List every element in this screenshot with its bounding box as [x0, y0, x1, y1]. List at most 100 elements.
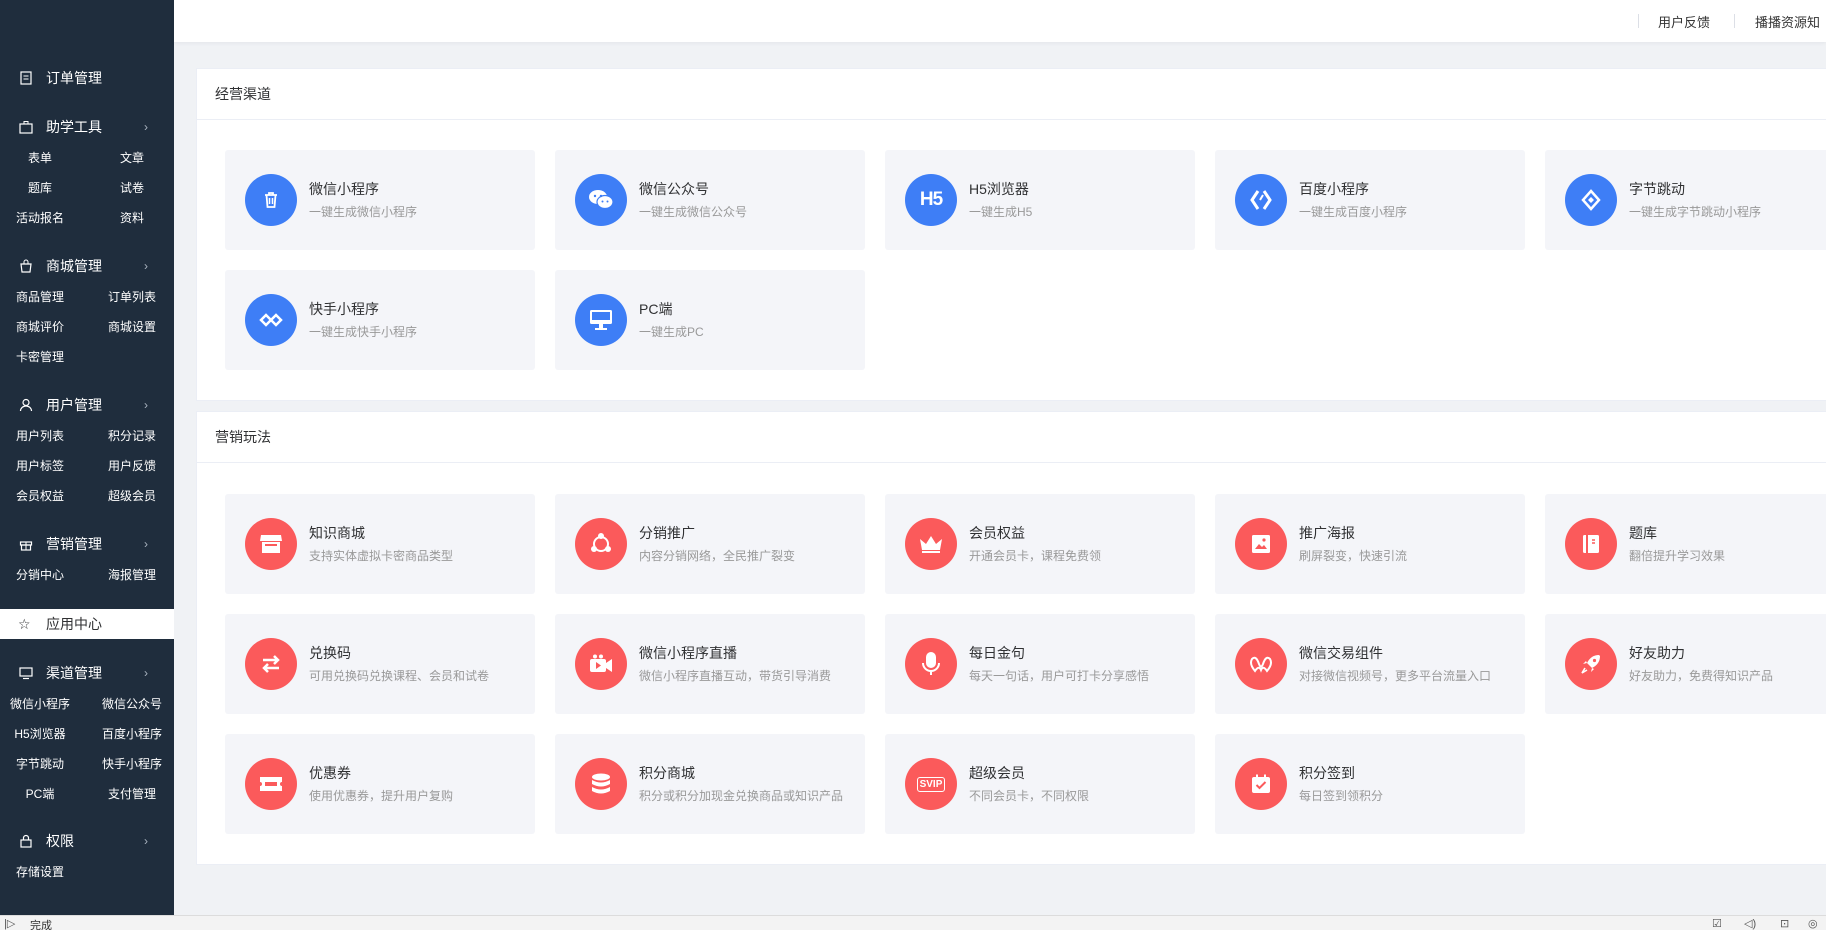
poster-icon — [1235, 518, 1287, 570]
card-desc: 好友助力，免费得知识产品 — [1629, 669, 1774, 683]
marketing-card-knowledge-store[interactable]: 知识商城 支持实体虚拟卡密商品类型 — [225, 494, 535, 594]
card-title: 微信小程序直播 — [639, 645, 737, 661]
sidebar-subitem-product[interactable]: 商品管理 — [0, 282, 90, 312]
sidebar-subitem-order-list[interactable]: 订单列表 — [90, 282, 174, 312]
marketing-card-coupon[interactable]: 优惠券 使用优惠券，提升用户复购 — [225, 734, 535, 834]
sidebar-subitem-member-rights[interactable]: 会员权益 — [0, 481, 90, 511]
sidebar-subitem-materials[interactable]: 资料 — [90, 203, 174, 233]
marketing-card-poster[interactable]: 推广海报 刷屏裂变，快速引流 — [1215, 494, 1525, 594]
play-icon[interactable]: |▷ — [4, 917, 15, 930]
lock-icon — [18, 833, 34, 849]
marketing-card-points-mall[interactable]: 积分商城 积分或积分加现金兑换商品或知识产品 — [555, 734, 865, 834]
card-desc: 内容分销网络，全民推广裂变 — [639, 549, 796, 563]
channel-card-kuaishou[interactable]: 快手小程序 一键生成快手小程序 — [225, 270, 535, 370]
sidebar-subitem-form[interactable]: 表单 — [0, 143, 90, 173]
chevron-right-icon: › — [144, 834, 148, 848]
sidebar-subitem-baidu[interactable]: 百度小程序 — [90, 719, 174, 749]
bytedance-icon — [1565, 174, 1617, 226]
sidebar-subitem-wechat-official[interactable]: 微信公众号 — [90, 689, 174, 719]
sidebar-subitem-poster[interactable]: 海报管理 — [90, 560, 174, 590]
points-coins-icon — [575, 758, 627, 810]
channel-card-bytedance[interactable]: 字节跳动 一键生成字节跳动小程序 — [1545, 150, 1826, 250]
sidebar-subitem-storage[interactable]: 存储设置 — [0, 857, 90, 887]
shield-check-icon[interactable]: ☑ — [1712, 917, 1722, 930]
channels-panel: 经营渠道 微信小程序 一键生成微信小程序 微信公众号 一键生成微信公众号 H5 … — [196, 68, 1826, 401]
sidebar-subitem-user-list[interactable]: 用户列表 — [0, 421, 90, 451]
marketing-panel: 营销玩法 知识商城 支持实体虚拟卡密商品类型 分销推广 内容分销网络，全民推广裂… — [196, 411, 1826, 865]
sidebar-subitem-kuaishou[interactable]: 快手小程序 — [90, 749, 174, 779]
sidebar-subitem-h5[interactable]: H5浏览器 — [0, 719, 90, 749]
sidebar-item-order[interactable]: 订单管理 — [0, 64, 174, 92]
sidebar-subitem-user-feedback[interactable]: 用户反馈 — [90, 451, 174, 481]
download-icon[interactable]: ⊡ — [1780, 917, 1789, 930]
sidebar-item-channel[interactable]: 渠道管理 › — [0, 659, 174, 687]
card-desc: 每日签到领积分 — [1299, 789, 1384, 803]
sidebar-group-marketing: 营销管理 › 分销中心 海报管理 — [0, 530, 174, 590]
card-title: 会员权益 — [969, 525, 1025, 541]
card-desc: 微信小程序直播互动，带货引导消费 — [639, 669, 832, 683]
marketing-card-question-bank[interactable]: 题库 翻倍提升学习效果 — [1545, 494, 1826, 594]
marketing-card-friend-help[interactable]: 好友助力 好友助力，免费得知识产品 — [1545, 614, 1826, 714]
card-desc: 一键生成H5 — [969, 205, 1033, 219]
top-link-feedback[interactable]: 用户反馈 — [1658, 12, 1710, 31]
sidebar-item-mall[interactable]: 商城管理 › — [0, 252, 174, 280]
sidebar-item-permission[interactable]: 权限 › — [0, 827, 174, 855]
card-desc: 一键生成百度小程序 — [1299, 205, 1408, 219]
card-title: 优惠券 — [309, 765, 351, 781]
card-title: 积分签到 — [1299, 765, 1355, 781]
user-icon — [18, 397, 34, 413]
sidebar-subitem-super-member[interactable]: 超级会员 — [90, 481, 174, 511]
sidebar-subitem-article[interactable]: 文章 — [90, 143, 174, 173]
sidebar-item-app-center[interactable]: ☆ 应用中心 — [0, 609, 174, 639]
sidebar-item-user[interactable]: 用户管理 › — [0, 391, 174, 419]
sidebar-item-marketing[interactable]: 营销管理 › — [0, 530, 174, 558]
channel-card-baidu[interactable]: 百度小程序 一键生成百度小程序 — [1215, 150, 1525, 250]
card-desc: 一键生成快手小程序 — [309, 325, 418, 339]
sidebar-subitem-event-signup[interactable]: 活动报名 — [0, 203, 90, 233]
sidebar-subitem-distribution[interactable]: 分销中心 — [0, 560, 90, 590]
calendar-check-icon — [1235, 758, 1287, 810]
card-title: 每日金句 — [969, 645, 1025, 661]
sidebar-subitem-question-bank[interactable]: 题库 — [0, 173, 90, 203]
card-desc: 开通会员卡，课程免费领 — [969, 549, 1102, 563]
sidebar-subitem-wechat-mini[interactable]: 微信小程序 — [0, 689, 90, 719]
sidebar-item-study[interactable]: 助学工具 › — [0, 113, 174, 141]
top-link-account[interactable]: 播播资源知 — [1755, 12, 1820, 31]
sidebar-subitem-bytedance[interactable]: 字节跳动 — [0, 749, 90, 779]
kuaishou-icon — [245, 294, 297, 346]
marketing-card-member-rights[interactable]: 会员权益 开通会员卡，课程免费领 — [885, 494, 1195, 594]
sidebar-subitem-points-log[interactable]: 积分记录 — [90, 421, 174, 451]
card-desc: 一键生成PC — [639, 325, 704, 339]
svip-icon: SVIP — [905, 758, 957, 810]
sidebar-subitem-mall-settings[interactable]: 商城设置 — [90, 312, 174, 342]
star-icon: ☆ — [18, 615, 31, 632]
card-title: 超级会员 — [969, 765, 1025, 781]
channel-card-h5[interactable]: H5 H5浏览器 一键生成H5 — [885, 150, 1195, 250]
channel-card-wechat-official[interactable]: 微信公众号 一键生成微信公众号 — [555, 150, 865, 250]
sidebar-subitem-mall-review[interactable]: 商城评价 — [0, 312, 90, 342]
zoom-icon[interactable]: ◎ — [1808, 917, 1818, 930]
card-title: H5浏览器 — [969, 181, 1029, 197]
sidebar-subitem-pc[interactable]: PC端 — [0, 779, 90, 809]
channel-card-pc[interactable]: PC端 一键生成PC — [555, 270, 865, 370]
live-camera-icon — [575, 638, 627, 690]
chevron-right-icon: › — [144, 120, 148, 134]
marketing-card-mini-live[interactable]: 微信小程序直播 微信小程序直播互动，带货引导消费 — [555, 614, 865, 714]
sidebar-subitem-exam[interactable]: 试卷 — [90, 173, 174, 203]
marketing-card-distribution[interactable]: 分销推广 内容分销网络，全民推广裂变 — [555, 494, 865, 594]
marketing-card-points-checkin[interactable]: 积分签到 每日签到领积分 — [1215, 734, 1525, 834]
rocket-icon — [1565, 638, 1617, 690]
sidebar-subitem-payment[interactable]: 支付管理 — [90, 779, 174, 809]
sidebar-group-study: 助学工具 › 表单 文章 题库 试卷 活动报名 资料 — [0, 113, 174, 233]
marketing-card-daily-quote[interactable]: 每日金句 每天一句话，用户可打卡分享感悟 — [885, 614, 1195, 714]
marketing-card-wechat-trade[interactable]: 微信交易组件 对接微信视频号，更多平台流量入口 — [1215, 614, 1525, 714]
speaker-icon[interactable]: ◁) — [1744, 917, 1756, 930]
sidebar-subitem-card-key[interactable]: 卡密管理 — [0, 342, 90, 372]
trash-icon — [245, 174, 297, 226]
card-title: 好友助力 — [1629, 645, 1685, 661]
marketing-card-redeem-code[interactable]: 兑换码 可用兑换码兑换课程、会员和试卷 — [225, 614, 535, 714]
sidebar-item-label: 渠道管理 — [46, 665, 102, 681]
marketing-card-super-member[interactable]: SVIP 超级会员 不同会员卡，不同权限 — [885, 734, 1195, 834]
channel-card-wechat-mini[interactable]: 微信小程序 一键生成微信小程序 — [225, 150, 535, 250]
sidebar-subitem-user-tags[interactable]: 用户标签 — [0, 451, 90, 481]
